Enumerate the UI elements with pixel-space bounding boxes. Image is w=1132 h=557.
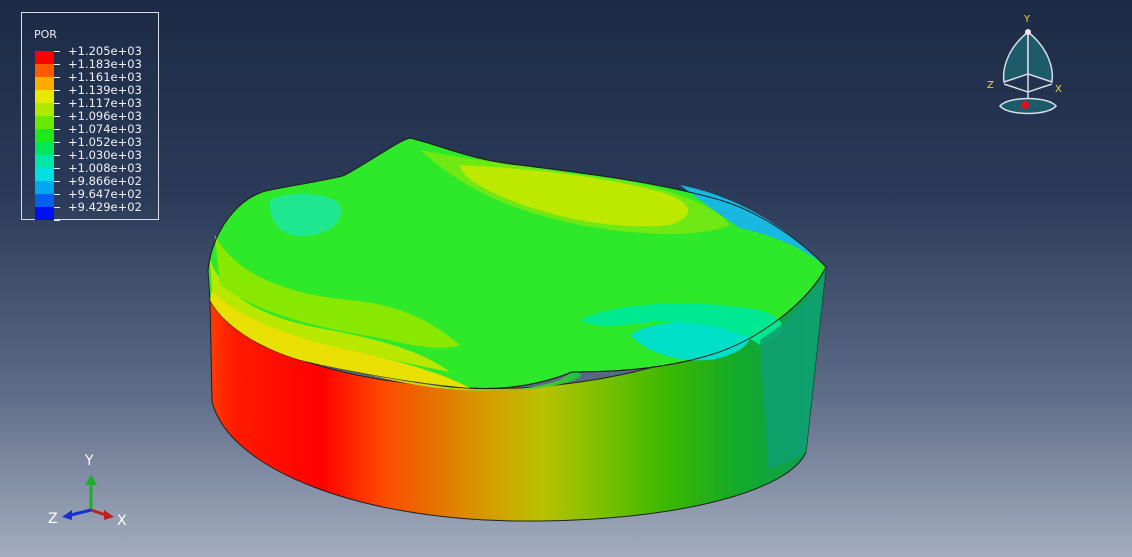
axis-triad <box>62 475 114 520</box>
view-cube-z-label: Z <box>987 80 994 91</box>
triad-y-label: Y <box>85 453 94 469</box>
triad-z-label: Z <box>48 511 58 527</box>
triad-x-label: X <box>117 513 127 529</box>
model-viewport[interactable]: POR +1.205e+03 +1.183e+03 +1.161e+03 +1.139… <box>0 0 1132 557</box>
view-orientation-icon[interactable] <box>988 18 1068 118</box>
view-cube-x-label: X <box>1055 84 1062 95</box>
model-render <box>207 137 827 522</box>
view-cube-y-label: Y <box>1024 14 1031 25</box>
